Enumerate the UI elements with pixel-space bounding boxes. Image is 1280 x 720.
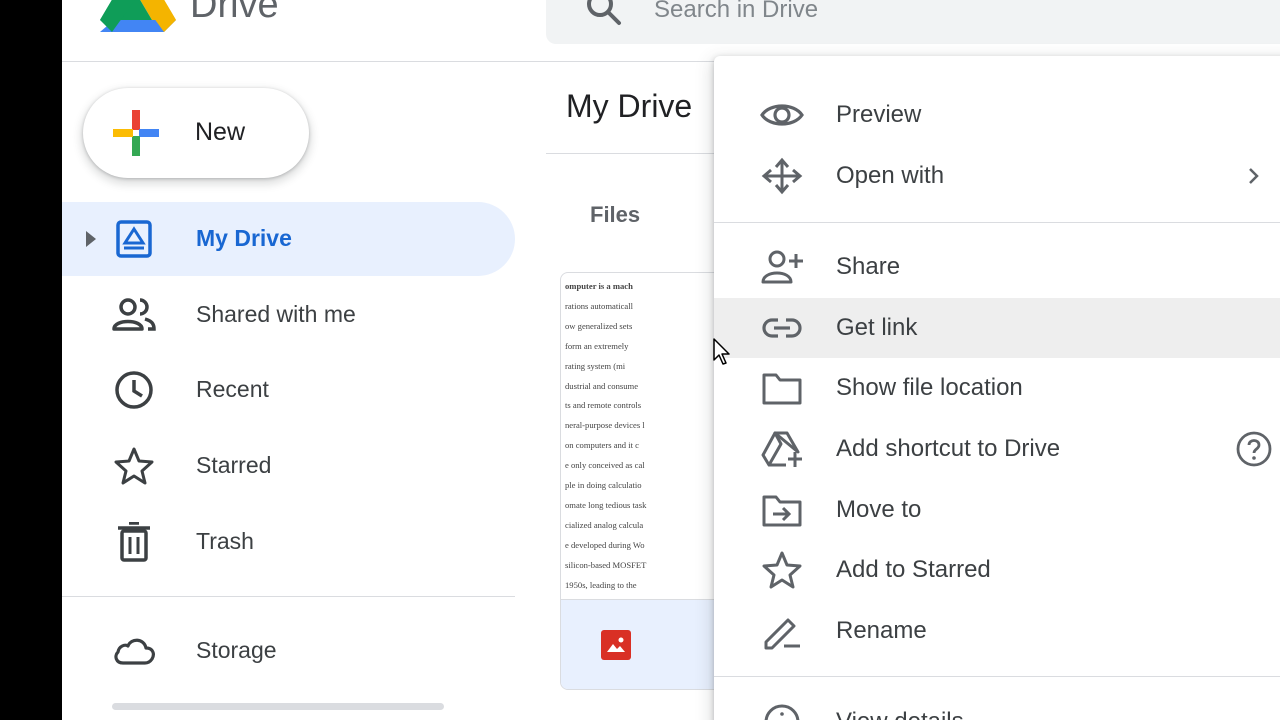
eye-icon (760, 96, 804, 134)
star-icon (112, 446, 156, 486)
search-input[interactable] (654, 0, 1154, 24)
context-menu: Preview Open with Share Get link Show fi… (714, 56, 1280, 720)
menu-item-label: Share (836, 253, 901, 280)
people-icon (112, 295, 156, 335)
menu-item-share[interactable]: Share (714, 237, 1280, 297)
menu-divider (714, 222, 1280, 223)
menu-item-label: Open with (836, 162, 945, 189)
page-title[interactable]: My Drive (566, 88, 692, 125)
mouse-cursor-icon (713, 338, 731, 366)
menu-item-view-details[interactable]: View details (714, 692, 1280, 720)
menu-item-preview[interactable]: Preview (714, 85, 1280, 145)
my-drive-icon (112, 219, 156, 259)
sidebar-item-trash[interactable]: Trash (62, 505, 515, 579)
sidebar-item-shared-with-me[interactable]: Shared with me (62, 278, 515, 352)
menu-item-label: Add shortcut to Drive (836, 435, 1061, 462)
sidebar-item-label: My Drive (196, 225, 292, 251)
files-section-label: Files (590, 202, 641, 227)
menu-item-label: Rename (836, 617, 927, 644)
top-bar: Drive (62, 0, 1280, 62)
move-arrows-icon (760, 157, 804, 195)
storage-progress-bar (112, 703, 444, 710)
folder-icon (760, 369, 804, 407)
sidebar-item-starred[interactable]: Starred (62, 429, 515, 503)
sidebar-item-storage[interactable]: Storage (62, 614, 515, 688)
menu-item-show-file-location[interactable]: Show file location (714, 358, 1280, 418)
sidebar-item-label: Recent (196, 376, 269, 402)
drive-app: Drive New (62, 0, 1280, 720)
cloud-icon (112, 631, 156, 671)
search-bar[interactable] (546, 0, 1280, 44)
drive-shortcut-icon (760, 430, 804, 468)
sidebar-item-label: Shared with me (196, 301, 356, 327)
menu-item-open-with[interactable]: Open with (714, 146, 1280, 206)
add-person-icon (760, 248, 804, 286)
new-button[interactable]: New (83, 88, 309, 178)
menu-item-label: Add to Starred (836, 556, 991, 583)
image-file-icon (601, 630, 631, 660)
new-button-label: New (195, 118, 246, 146)
move-to-folder-icon (760, 491, 804, 529)
sidebar-item-label: Trash (196, 528, 254, 554)
menu-divider (714, 676, 1280, 677)
menu-item-add-shortcut[interactable]: Add shortcut to Drive (714, 419, 1280, 479)
plus-icon (113, 110, 159, 156)
link-icon (760, 309, 804, 347)
trash-icon (112, 522, 156, 562)
menu-item-label: Get link (836, 314, 918, 341)
menu-item-label: View details (836, 708, 964, 720)
drive-logo-icon[interactable] (100, 0, 176, 32)
sidebar-divider (62, 596, 515, 597)
menu-item-label: Show file location (836, 374, 1023, 401)
sidebar-item-my-drive[interactable]: My Drive (62, 202, 515, 276)
info-icon (760, 703, 804, 720)
app-name: Drive (190, 0, 279, 26)
star-outline-icon (760, 551, 804, 589)
menu-item-move-to[interactable]: Move to (714, 480, 1280, 540)
menu-item-label: Move to (836, 496, 922, 523)
sidebar-item-label: Starred (196, 452, 272, 478)
sidebar-item-recent[interactable]: Recent (62, 353, 515, 427)
menu-item-add-to-starred[interactable]: Add to Starred (714, 540, 1280, 600)
menu-item-rename[interactable]: Rename (714, 601, 1280, 661)
menu-item-get-link[interactable]: Get link (714, 298, 1280, 358)
expand-arrow-icon[interactable] (84, 230, 98, 248)
help-icon[interactable] (1234, 431, 1274, 467)
pencil-icon (760, 612, 804, 650)
storage-label: Storage (196, 637, 277, 663)
chevron-right-icon (1234, 158, 1274, 194)
search-icon[interactable] (584, 0, 624, 28)
menu-item-label: Preview (836, 101, 922, 128)
clock-icon (112, 370, 156, 410)
